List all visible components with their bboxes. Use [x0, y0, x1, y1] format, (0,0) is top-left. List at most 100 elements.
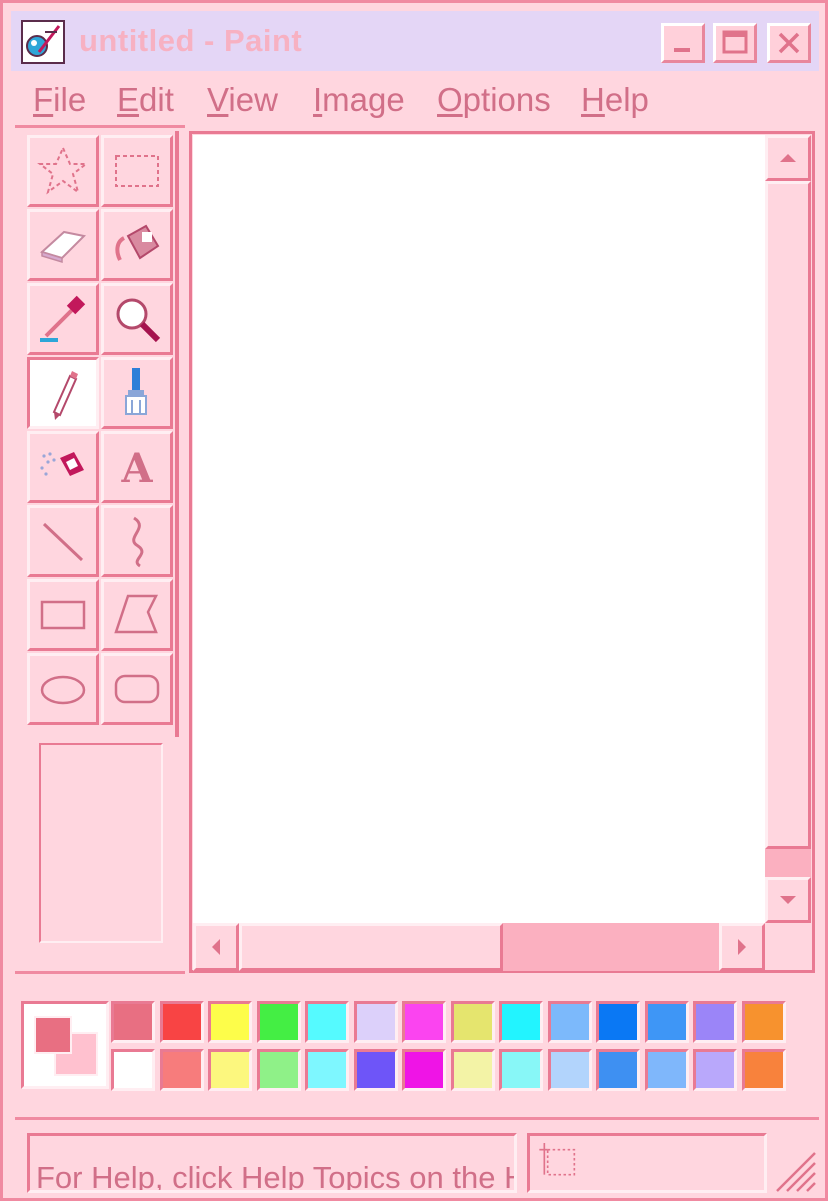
- tool-pick-color[interactable]: [27, 283, 99, 355]
- menu-edit[interactable]: Edit: [117, 81, 174, 119]
- palette-swatch[interactable]: [256, 1001, 301, 1043]
- tool-airbrush[interactable]: [27, 431, 99, 503]
- tool-rectangle-select[interactable]: [101, 135, 173, 207]
- airbrush-icon: [40, 452, 84, 476]
- palette-swatch[interactable]: [353, 1001, 398, 1043]
- free-form-select-icon: [37, 145, 89, 195]
- tool-pencil[interactable]: [27, 357, 99, 429]
- vertical-scrollbar[interactable]: [765, 135, 811, 923]
- palette-swatch[interactable]: [741, 1001, 786, 1043]
- scroll-right-icon: [738, 939, 746, 955]
- palette-swatch[interactable]: [547, 1049, 592, 1091]
- vertical-scroll-thumb[interactable]: [765, 181, 811, 849]
- minimize-icon: [674, 48, 690, 52]
- palette-swatch[interactable]: [499, 1049, 543, 1091]
- tool-ellipse[interactable]: [27, 653, 99, 725]
- vertical-scroll-track[interactable]: [765, 849, 811, 877]
- selection-size-icon: [539, 1143, 576, 1176]
- close-button[interactable]: [767, 23, 811, 63]
- palette-swatch[interactable]: [159, 1001, 204, 1043]
- menu-image[interactable]: Image: [313, 81, 405, 119]
- menu-file[interactable]: File: [33, 81, 86, 119]
- rectangle-icon: [40, 600, 86, 630]
- palette-swatch[interactable]: [596, 1049, 640, 1091]
- resize-grip-icon[interactable]: [771, 1145, 817, 1193]
- tool-line[interactable]: [27, 505, 99, 577]
- palette-swatch[interactable]: [402, 1001, 446, 1043]
- palette-swatch[interactable]: [547, 1001, 592, 1043]
- tool-free-form-select[interactable]: [27, 135, 99, 207]
- status-divider: [15, 1117, 819, 1120]
- title-bar[interactable]: untitled - Paint: [11, 11, 819, 71]
- tool-rounded-rectangle[interactable]: [101, 653, 173, 725]
- tool-rectangle[interactable]: [27, 579, 99, 651]
- drawing-canvas[interactable]: [193, 135, 765, 923]
- tool-magnifier[interactable]: [101, 283, 173, 355]
- palette-swatch[interactable]: [450, 1001, 495, 1043]
- palette-top-divider: [15, 971, 185, 974]
- ellipse-icon: [40, 675, 86, 705]
- palette-swatch[interactable]: [111, 1049, 155, 1091]
- tool-brush[interactable]: [101, 357, 173, 429]
- curve-icon: [132, 516, 144, 568]
- foreground-color[interactable]: [34, 1016, 72, 1054]
- scroll-down-icon: [780, 896, 796, 904]
- horizontal-scroll-track[interactable]: [503, 923, 719, 971]
- paint-app-icon[interactable]: [21, 20, 65, 64]
- palette-swatch[interactable]: [111, 1001, 155, 1043]
- menu-options[interactable]: Options: [437, 81, 551, 119]
- tool-box: A: [23, 131, 179, 737]
- menu-help[interactable]: Help: [581, 81, 649, 119]
- palette-swatch[interactable]: [305, 1049, 349, 1091]
- tool-eraser[interactable]: [27, 209, 99, 281]
- palette-swatch[interactable]: [644, 1001, 689, 1043]
- line-icon: [42, 522, 84, 562]
- tool-polygon[interactable]: [101, 579, 173, 651]
- brush-icon: [125, 368, 147, 415]
- scroll-right-button[interactable]: [719, 923, 765, 971]
- palette-swatch[interactable]: [402, 1049, 446, 1091]
- maximize-button[interactable]: [713, 23, 757, 63]
- current-colors[interactable]: [21, 1001, 109, 1089]
- tool-options-box[interactable]: [39, 743, 163, 943]
- fill-bucket-icon: [115, 224, 160, 261]
- color-box: [11, 991, 819, 1095]
- palette-swatch[interactable]: [499, 1001, 543, 1043]
- palette-swatch[interactable]: [693, 1049, 737, 1091]
- tool-text[interactable]: A: [101, 431, 173, 503]
- palette-swatch[interactable]: [353, 1049, 398, 1091]
- rounded-rectangle-icon: [114, 674, 160, 704]
- scroll-up-icon: [780, 154, 796, 162]
- menu-view[interactable]: View: [207, 81, 278, 119]
- palette-swatch[interactable]: [256, 1049, 301, 1091]
- scroll-up-button[interactable]: [765, 135, 811, 181]
- polygon-icon: [114, 594, 159, 634]
- minimize-button[interactable]: [661, 23, 705, 63]
- tool-curve[interactable]: [101, 505, 173, 577]
- palette-swatch[interactable]: [693, 1001, 737, 1043]
- status-bar: For Help, click Help Topics on the Help …: [11, 1127, 819, 1197]
- menu-mnemonic: F: [33, 81, 54, 118]
- menu-label: ptions: [462, 81, 551, 118]
- palette-swatch[interactable]: [644, 1049, 689, 1091]
- toolbox-top-divider: [15, 125, 185, 128]
- tool-fill[interactable]: [101, 209, 173, 281]
- close-icon: [778, 32, 800, 54]
- scroll-down-button[interactable]: [765, 877, 811, 923]
- status-help-text: For Help, click Help Topics on the Help …: [36, 1160, 514, 1193]
- palette-swatch[interactable]: [208, 1001, 252, 1043]
- eraser-icon: [40, 230, 87, 264]
- menu-mnemonic: H: [581, 81, 605, 118]
- horizontal-scroll-thumb[interactable]: [239, 923, 503, 971]
- palette-swatch[interactable]: [741, 1049, 786, 1091]
- scroll-left-button[interactable]: [193, 923, 239, 971]
- status-position-panel: [527, 1133, 767, 1193]
- palette-swatch[interactable]: [159, 1049, 204, 1091]
- palette-swatch[interactable]: [208, 1049, 252, 1091]
- menu-mnemonic: E: [117, 81, 140, 118]
- palette-swatch[interactable]: [450, 1049, 495, 1091]
- horizontal-scrollbar[interactable]: [193, 923, 765, 971]
- scroll-left-icon: [212, 939, 220, 955]
- palette-swatch[interactable]: [305, 1001, 349, 1043]
- palette-swatch[interactable]: [596, 1001, 640, 1043]
